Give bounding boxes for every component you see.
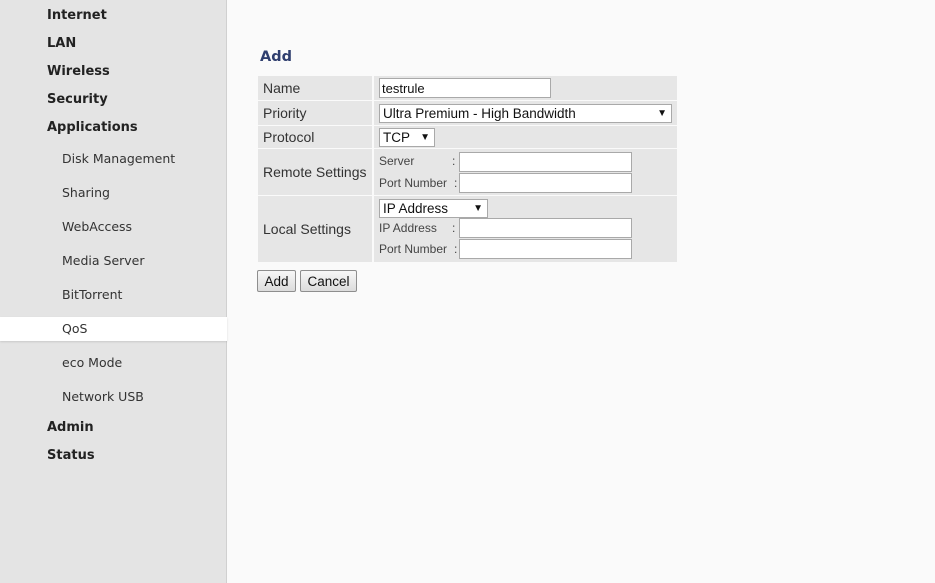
priority-select[interactable]: Ultra Premium - High Bandwidth ▼ bbox=[379, 104, 672, 123]
name-label: Name bbox=[258, 76, 372, 100]
add-button[interactable]: Add bbox=[257, 270, 296, 292]
local-type-select[interactable]: IP Address ▼ bbox=[379, 199, 488, 218]
protocol-selected-value: TCP bbox=[383, 130, 410, 145]
remote-settings-label: Remote Settings bbox=[258, 149, 372, 195]
nav-media-server[interactable]: Media Server bbox=[62, 253, 145, 268]
remote-port-input[interactable] bbox=[459, 173, 632, 193]
protocol-cell: TCP ▼ bbox=[374, 126, 677, 148]
nav-internet[interactable]: Internet bbox=[47, 8, 107, 23]
nav-sharing[interactable]: Sharing bbox=[62, 185, 110, 200]
active-item-highlight bbox=[0, 317, 227, 341]
remote-port-label-text: Port Number bbox=[379, 176, 448, 190]
remote-port-colon: : bbox=[454, 176, 458, 190]
priority-cell: Ultra Premium - High Bandwidth ▼ bbox=[374, 101, 677, 125]
nav-status[interactable]: Status bbox=[47, 448, 95, 463]
remote-server-label-text: Server bbox=[379, 154, 415, 168]
local-port-input[interactable] bbox=[459, 239, 632, 259]
protocol-select[interactable]: TCP ▼ bbox=[379, 128, 435, 147]
local-port-colon: : bbox=[454, 242, 458, 256]
priority-selected-value: Ultra Premium - High Bandwidth bbox=[383, 106, 576, 121]
local-ip-colon: : bbox=[452, 221, 456, 235]
nav-admin[interactable]: Admin bbox=[47, 420, 94, 435]
local-ip-input[interactable] bbox=[459, 218, 632, 238]
cancel-button[interactable]: Cancel bbox=[300, 270, 357, 292]
local-port-label: Port Number : bbox=[379, 242, 457, 256]
remote-server-input[interactable] bbox=[459, 152, 632, 172]
chevron-down-icon: ▼ bbox=[473, 203, 483, 214]
local-port-label-text: Port Number bbox=[379, 242, 448, 256]
remote-settings-cell: Server : Port Number : bbox=[374, 149, 677, 195]
protocol-label: Protocol bbox=[258, 126, 372, 148]
name-input[interactable] bbox=[379, 78, 551, 98]
main-content: Add Name Priority Ultra Premium - High B… bbox=[228, 0, 935, 583]
local-settings-cell: IP Address ▼ IP Address : Port Number : bbox=[374, 196, 677, 262]
remote-server-label: Server : bbox=[379, 154, 455, 168]
nav-disk-management[interactable]: Disk Management bbox=[62, 151, 175, 166]
local-ip-label: IP Address : bbox=[379, 221, 455, 235]
remote-server-colon: : bbox=[452, 154, 456, 168]
page-title: Add bbox=[260, 49, 292, 65]
chevron-down-icon: ▼ bbox=[420, 132, 430, 143]
nav-eco-mode[interactable]: eco Mode bbox=[62, 355, 122, 370]
nav-webaccess[interactable]: WebAccess bbox=[62, 219, 132, 234]
nav-applications[interactable]: Applications bbox=[47, 120, 138, 135]
local-ip-label-text: IP Address bbox=[379, 221, 437, 235]
local-type-selected-value: IP Address bbox=[383, 201, 449, 216]
remote-port-label: Port Number : bbox=[379, 176, 457, 190]
priority-label: Priority bbox=[258, 101, 372, 125]
nav-qos[interactable]: QoS bbox=[62, 321, 87, 336]
nav-lan[interactable]: LAN bbox=[47, 36, 76, 51]
sidebar-nav: Internet LAN Wireless Security Applicati… bbox=[0, 0, 227, 583]
nav-bittorrent[interactable]: BitTorrent bbox=[62, 287, 122, 302]
nav-wireless[interactable]: Wireless bbox=[47, 64, 110, 79]
nav-network-usb[interactable]: Network USB bbox=[62, 389, 144, 404]
nav-security[interactable]: Security bbox=[47, 92, 108, 107]
name-cell bbox=[374, 76, 677, 100]
chevron-down-icon: ▼ bbox=[657, 108, 667, 119]
local-settings-label: Local Settings bbox=[258, 196, 372, 262]
